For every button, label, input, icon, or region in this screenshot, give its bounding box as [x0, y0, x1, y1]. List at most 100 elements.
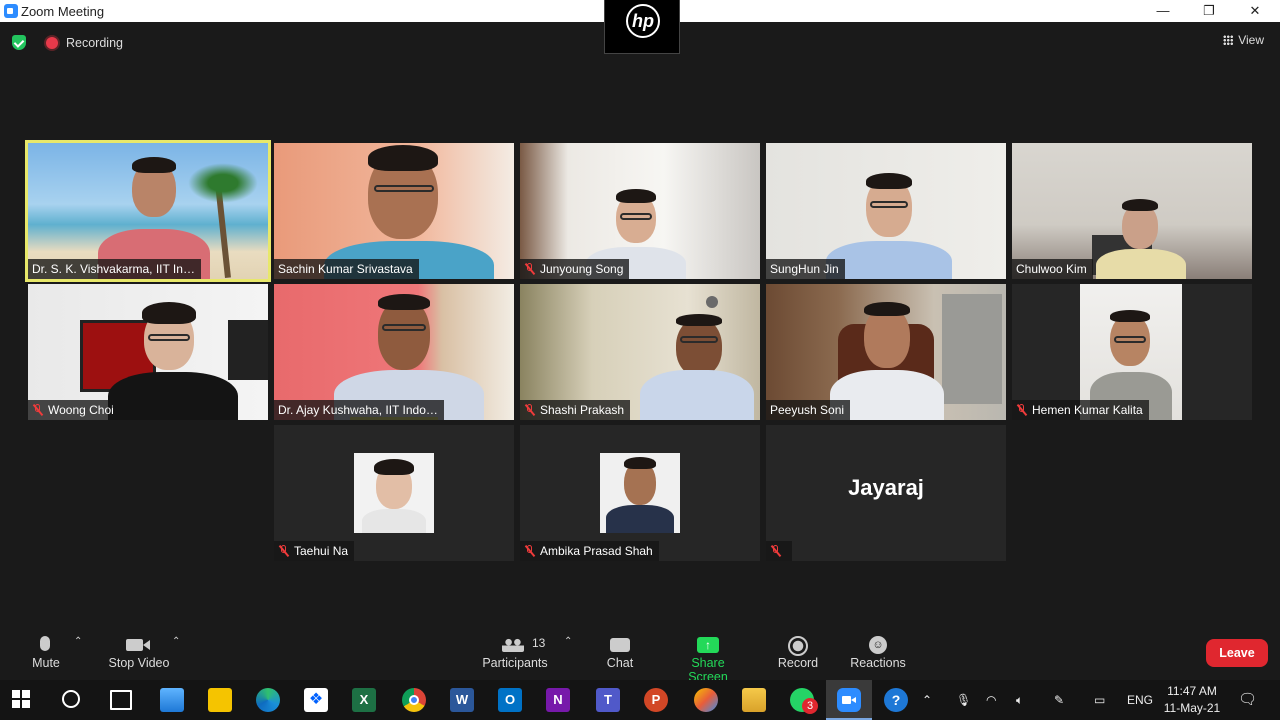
keyboard-icon[interactable]: ▭ [1094, 680, 1105, 720]
pen-icon[interactable]: ✎ [1054, 680, 1064, 720]
participants-count: 13 [532, 636, 546, 650]
participant-name: Shashi Prakash [520, 400, 631, 420]
participant-name: Peeyush Soni [766, 400, 851, 420]
video-tile-chulwoo[interactable]: Chulwoo Kim [1012, 143, 1252, 279]
clock-date: 11-May-21 [1163, 701, 1221, 715]
mic-muted-icon [32, 404, 44, 416]
language-indicator[interactable]: ENG [1127, 680, 1153, 720]
participants-caret-icon[interactable]: ⌃ [564, 636, 572, 647]
windows-taskbar: ❖ X W O N T P 3 ? ⌃ 🎙︎ ◠ 🔈︎ ✎ ▭ ENG 11:4… [0, 680, 1280, 720]
video-tile-ambika[interactable]: Ambika Prasad Shah [520, 425, 760, 561]
record-icon [788, 636, 808, 656]
sticky-notes-icon[interactable] [208, 688, 232, 712]
profile-photo [600, 453, 680, 533]
view-button[interactable]: View [1223, 33, 1264, 47]
chat-button[interactable]: Chat [600, 630, 640, 670]
mic-muted-icon [770, 545, 782, 557]
grid-icon [1223, 35, 1234, 45]
windows-start-icon[interactable] [12, 690, 30, 708]
desktop-app-icon[interactable] [160, 688, 184, 712]
minimize-button[interactable]: — [1140, 0, 1186, 22]
participant-name: SungHun Jin [766, 259, 845, 279]
tray-overflow-caret-icon[interactable]: ⌃ [922, 680, 932, 720]
video-tile-peeyush[interactable]: Peeyush Soni [766, 284, 1006, 420]
video-tile-ajay[interactable]: Dr. Ajay Kushwaha, IIT Indo… [274, 284, 514, 420]
zoom-icon [837, 688, 861, 712]
wifi-icon[interactable]: ◠ [986, 680, 996, 720]
hp-logo-icon: hp [626, 4, 660, 38]
participant-name: Chulwoo Kim [1012, 259, 1093, 279]
restore-button[interactable]: ❐ [1186, 0, 1232, 22]
participants-icon [502, 638, 524, 652]
participant-name: Junyoung Song [520, 259, 630, 279]
teams-icon[interactable]: T [596, 688, 620, 712]
chrome-icon[interactable] [402, 688, 426, 712]
help-icon[interactable]: ? [884, 688, 908, 712]
view-label: View [1238, 33, 1264, 47]
participants-button[interactable]: 13 Participants [476, 630, 554, 670]
reactions-button[interactable]: ☺ Reactions [848, 630, 908, 670]
participant-name: Dr. S. K. Vishvakarma, IIT In… [28, 259, 201, 279]
video-tile-vishvakarma[interactable]: Dr. S. K. Vishvakarma, IIT In… [28, 143, 268, 279]
mute-label: Mute [32, 656, 60, 670]
whatsapp-icon[interactable]: 3 [790, 688, 818, 714]
participants-label: Participants [482, 656, 548, 670]
recording-label: Recording [66, 36, 123, 50]
profile-photo [354, 453, 434, 533]
participant-name: Woong Choi [28, 400, 120, 420]
video-tile-taehui[interactable]: Taehui Na [274, 425, 514, 561]
mic-muted-icon [524, 263, 536, 275]
onenote-icon[interactable]: N [546, 688, 570, 712]
video-options-caret-icon[interactable]: ⌃ [172, 636, 180, 647]
share-screen-button[interactable]: ↑ Share Screen [670, 630, 746, 684]
file-explorer-icon[interactable] [742, 688, 766, 712]
video-tile-sachin[interactable]: Sachin Kumar Srivastava [274, 143, 514, 279]
participant-name: Sachin Kumar Srivastava [274, 259, 419, 279]
mic-muted-icon [524, 404, 536, 416]
task-view-icon[interactable] [110, 690, 132, 710]
word-icon[interactable]: W [450, 688, 474, 712]
video-tile-jayaraj[interactable]: Jayaraj [766, 425, 1006, 561]
dropbox-icon[interactable]: ❖ [304, 688, 328, 712]
leave-button[interactable]: Leave [1206, 639, 1268, 667]
clock-time: 11:47 AM [1167, 684, 1217, 698]
hp-logo-overlay: hp [604, 0, 680, 54]
chat-bubble-icon [610, 638, 630, 652]
video-tile-woong[interactable]: Woong Choi [28, 284, 268, 420]
recording-dot-icon [46, 37, 58, 49]
system-clock[interactable]: 11:47 AM 11-May-21 [1160, 683, 1224, 717]
paint-icon[interactable] [694, 688, 718, 712]
window-title: Zoom Meeting [21, 4, 105, 19]
participant-name: Ambika Prasad Shah [520, 541, 659, 561]
video-camera-icon [126, 639, 143, 651]
encryption-shield-icon[interactable] [12, 35, 26, 50]
participant-name: Taehui Na [274, 541, 355, 561]
close-button[interactable]: ✕ [1232, 0, 1278, 22]
whatsapp-badge: 3 [802, 698, 818, 714]
participant-video [676, 318, 722, 376]
video-tile-shashi[interactable]: Shashi Prakash [520, 284, 760, 420]
mic-muted-icon [278, 545, 290, 557]
zoom-taskbar-active[interactable] [826, 680, 872, 720]
mute-button[interactable]: Mute [20, 630, 72, 670]
participant-name: Hemen Kumar Kalita [1012, 400, 1149, 420]
video-tile-junyoung[interactable]: Junyoung Song [520, 143, 760, 279]
share-screen-icon: ↑ [697, 637, 719, 653]
notifications-icon[interactable]: 🗨︎ [1238, 680, 1257, 720]
chat-label: Chat [606, 656, 634, 670]
reactions-label: Reactions [850, 656, 906, 670]
record-button[interactable]: Record [774, 630, 822, 670]
stop-video-button[interactable]: Stop Video [100, 630, 178, 670]
excel-icon[interactable]: X [352, 688, 376, 712]
video-tile-sunghun[interactable]: SungHun Jin [766, 143, 1006, 279]
outlook-icon[interactable]: O [498, 688, 522, 712]
powerpoint-icon[interactable]: P [644, 688, 668, 712]
microphone-tray-icon[interactable]: 🎙︎ [956, 680, 971, 720]
participant-display-name: Jayaraj [848, 475, 924, 500]
audio-options-caret-icon[interactable]: ⌃ [74, 636, 82, 647]
search-icon[interactable] [62, 690, 80, 708]
meeting-controls-toolbar: Mute ⌃ Stop Video ⌃ 13 Participants ⌃ Ch… [0, 626, 1280, 684]
edge-browser-icon[interactable] [256, 688, 280, 712]
speaker-icon[interactable]: 🔈︎ [1016, 680, 1023, 720]
video-tile-hemen[interactable]: Hemen Kumar Kalita [1012, 284, 1252, 420]
